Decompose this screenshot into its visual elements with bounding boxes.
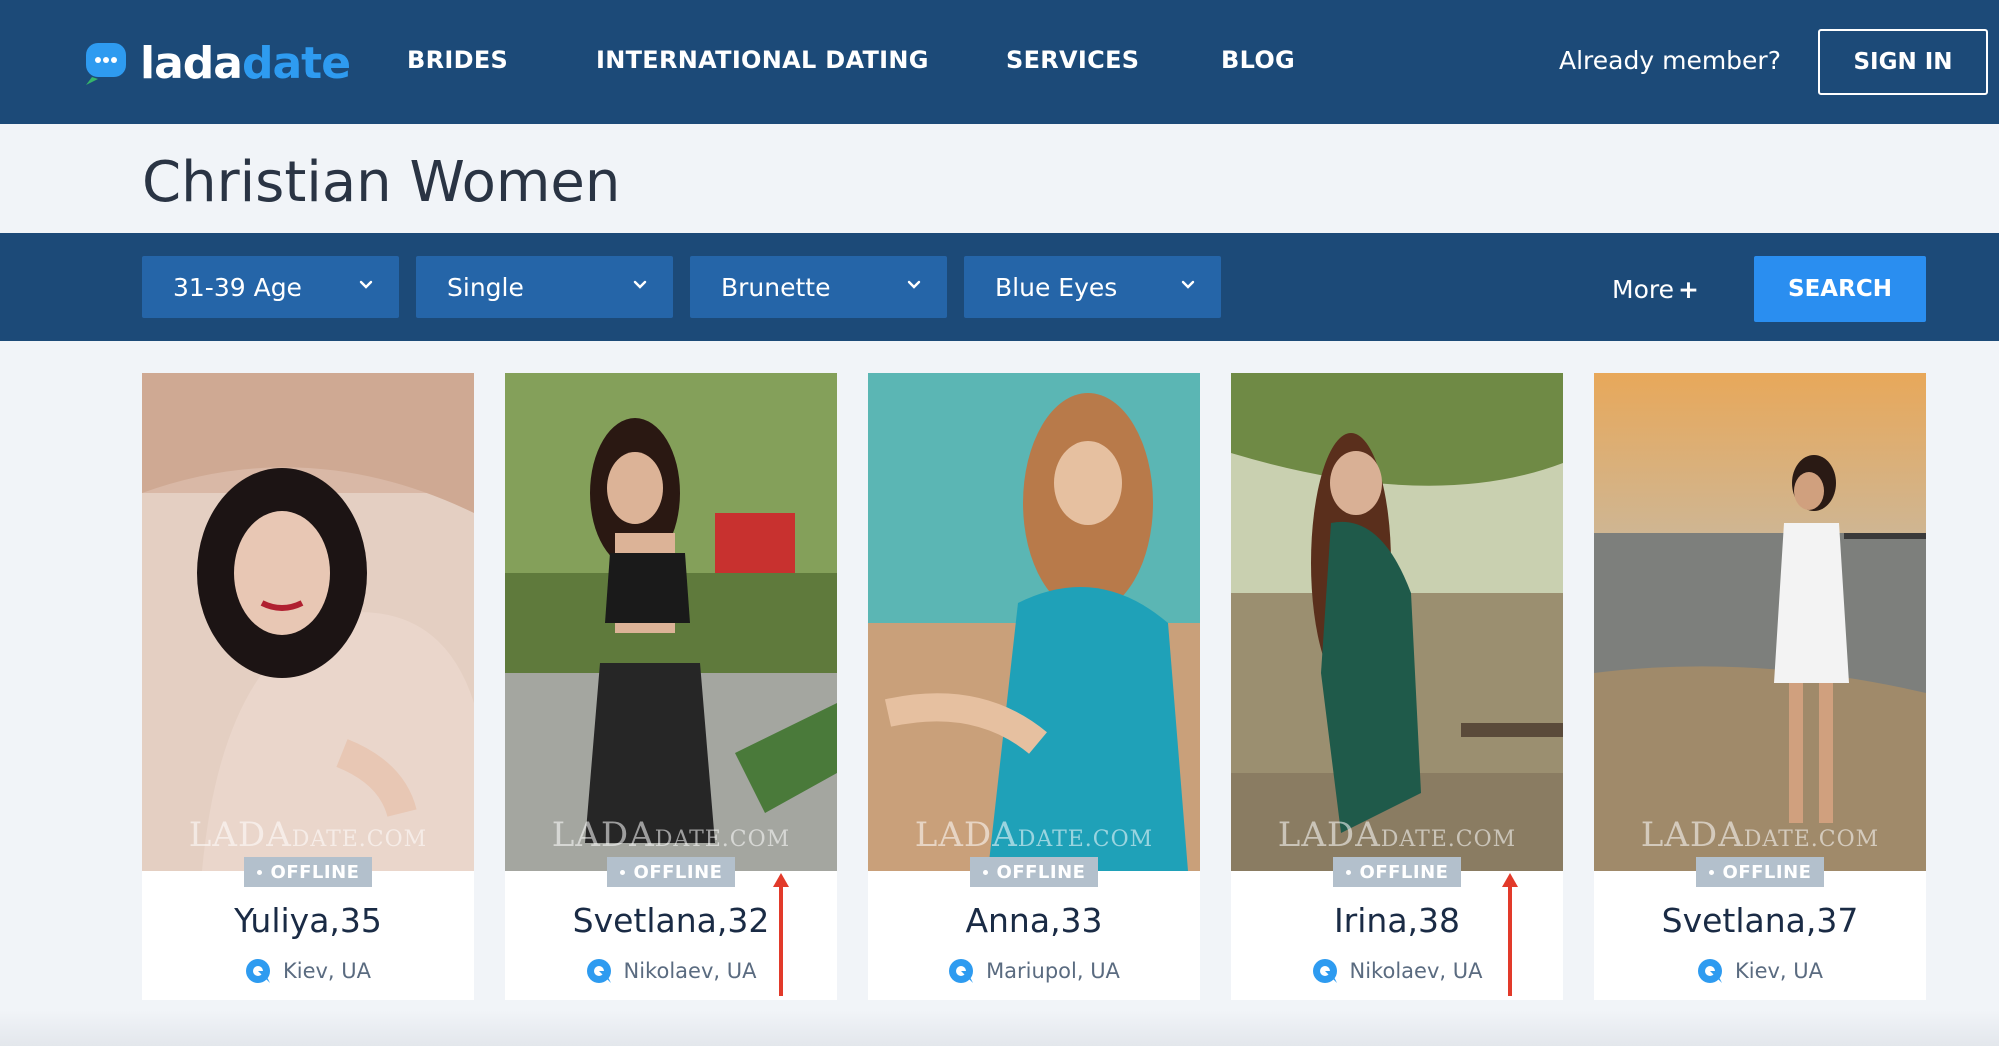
status-dot-icon — [982, 869, 988, 875]
profile-card-anna[interactable]: LADADATE.COM OFFLINE Anna,33 Mariupol, U… — [868, 373, 1200, 1000]
profile-location: Kiev, UA — [1594, 958, 1926, 984]
hair-color-select[interactable]: Brunette — [690, 256, 947, 318]
profile-location: Kiev, UA — [142, 958, 474, 984]
profile-location: Nikolaev, UA — [1231, 958, 1563, 984]
nav-brides[interactable]: BRIDES — [407, 46, 508, 74]
filter-bar: 31-39 Age Single Brunette Blue Eyes More… — [0, 233, 1999, 341]
profile-card-svetlana-37[interactable]: LADADATE.COM OFFLINE Svetlana,37 Kiev, U… — [1594, 373, 1926, 1000]
status-dot-icon — [256, 869, 262, 875]
profile-photo[interactable]: LADADATE.COM — [868, 373, 1200, 871]
already-member-text: Already member? — [1559, 46, 1781, 75]
profile-name[interactable]: Svetlana,32 — [505, 901, 837, 940]
age-select-value: 31-39 Age — [173, 272, 302, 302]
profile-name[interactable]: Yuliya,35 — [142, 901, 474, 940]
logo-wordmark: ladadate — [140, 37, 351, 89]
location-pin-icon — [586, 959, 611, 983]
status-dot-icon — [1345, 869, 1351, 875]
profile-photo[interactable]: LADADATE.COM — [1594, 373, 1926, 871]
hair-color-value: Brunette — [721, 272, 831, 302]
more-filters-toggle[interactable]: More + — [1612, 275, 1699, 304]
top-navigation-bar: ladadate BRIDES INTERNATIONAL DATING SER… — [0, 0, 1999, 124]
status-badge: OFFLINE — [244, 857, 372, 887]
status-badge: OFFLINE — [1696, 857, 1824, 887]
eye-color-select[interactable]: Blue Eyes — [964, 256, 1221, 318]
photo-watermark: LADADATE.COM — [1640, 815, 1880, 855]
page-title: Christian Women — [142, 150, 621, 215]
profile-location: Mariupol, UA — [868, 958, 1200, 984]
nav-services[interactable]: SERVICES — [1006, 46, 1139, 74]
profile-name[interactable]: Anna,33 — [868, 901, 1200, 940]
chevron-down-icon — [1181, 280, 1195, 289]
chevron-down-icon — [907, 280, 921, 289]
chevron-down-icon — [633, 280, 647, 289]
photo-watermark: LADADATE.COM — [914, 815, 1154, 855]
location-pin-icon — [1312, 959, 1337, 983]
profile-photo[interactable]: LADADATE.COM — [142, 373, 474, 871]
chat-bubble-icon — [86, 43, 126, 85]
marital-status-select[interactable]: Single — [416, 256, 673, 318]
status-badge: OFFLINE — [607, 857, 735, 887]
profile-location: Nikolaev, UA — [505, 958, 837, 984]
eye-color-value: Blue Eyes — [995, 272, 1118, 302]
status-dot-icon — [619, 869, 625, 875]
nav-international-dating[interactable]: INTERNATIONAL DATING — [596, 46, 929, 74]
location-pin-icon — [949, 959, 974, 983]
status-badge: OFFLINE — [1333, 857, 1461, 887]
status-badge: OFFLINE — [970, 857, 1098, 887]
profile-name[interactable]: Svetlana,37 — [1594, 901, 1926, 940]
photo-watermark: LADADATE.COM — [188, 815, 428, 855]
photo-watermark: LADADATE.COM — [1277, 815, 1517, 855]
chevron-down-icon — [359, 280, 373, 289]
age-select[interactable]: 31-39 Age — [142, 256, 399, 318]
location-pin-icon — [245, 959, 270, 983]
location-pin-icon — [1697, 959, 1722, 983]
page-bottom-fade — [0, 1010, 1999, 1046]
annotation-arrow — [1508, 885, 1512, 996]
profile-card-irina[interactable]: LADADATE.COM OFFLINE Irina,38 Nikolaev, … — [1231, 373, 1563, 1000]
profile-card-yuliya[interactable]: LADADATE.COM OFFLINE Yuliya,35 Kiev, UA — [142, 373, 474, 1000]
profile-name[interactable]: Irina,38 — [1231, 901, 1563, 940]
status-dot-icon — [1708, 869, 1714, 875]
profile-photo[interactable]: LADADATE.COM — [1231, 373, 1563, 871]
marital-status-value: Single — [447, 272, 524, 302]
profile-card-svetlana-32[interactable]: LADADATE.COM OFFLINE Svetlana,32 Nikolae… — [505, 373, 837, 1000]
profile-photo[interactable]: LADADATE.COM — [505, 373, 837, 871]
annotation-arrow — [779, 885, 783, 996]
site-logo[interactable]: ladadate — [82, 37, 351, 89]
nav-blog[interactable]: BLOG — [1221, 46, 1295, 74]
sign-in-button[interactable]: SIGN IN — [1818, 29, 1988, 95]
plus-icon: + — [1677, 275, 1699, 304]
photo-watermark: LADADATE.COM — [551, 815, 791, 855]
search-button[interactable]: SEARCH — [1754, 256, 1926, 322]
